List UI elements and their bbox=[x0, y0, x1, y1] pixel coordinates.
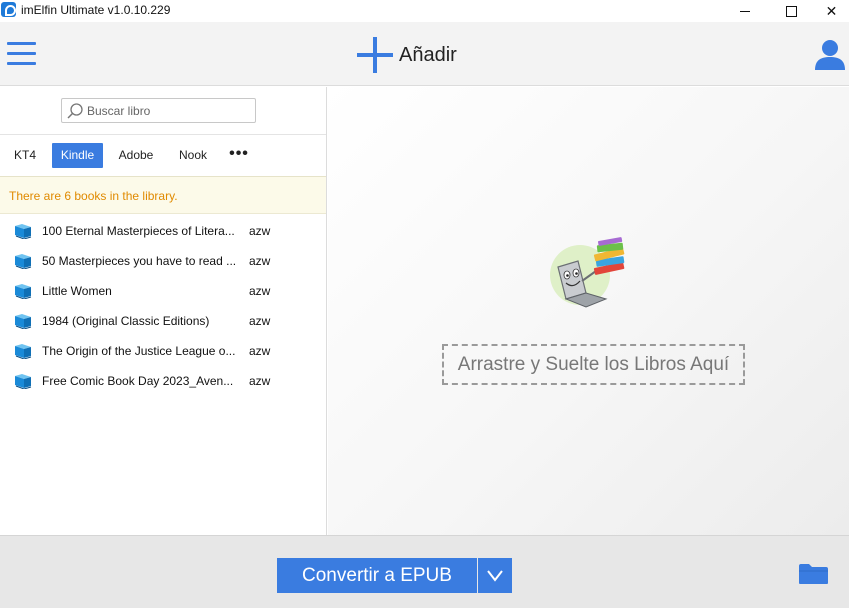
bottom-bar: Convertir a EPUB bbox=[0, 535, 849, 608]
device-tabs: KT4 Kindle Adobe Nook ••• bbox=[0, 135, 326, 176]
book-list-item[interactable]: 50 Masterpieces you have to read ... azw bbox=[0, 246, 326, 276]
search-icon bbox=[67, 103, 83, 119]
book-title: 100 Eternal Masterpieces of Litera... bbox=[42, 224, 235, 238]
chevron-down-icon bbox=[487, 569, 503, 582]
book-title: 50 Masterpieces you have to read ... bbox=[42, 254, 237, 268]
search-box[interactable] bbox=[61, 98, 256, 123]
book-format: azw bbox=[249, 254, 271, 268]
book-icon bbox=[15, 344, 32, 359]
book-format: azw bbox=[249, 314, 271, 328]
book-format: azw bbox=[249, 374, 271, 388]
book-list-item[interactable]: Free Comic Book Day 2023_Aven... azw bbox=[0, 366, 326, 396]
close-icon: ✕ bbox=[825, 2, 838, 19]
drop-zone[interactable]: Arrastre y Suelte los Libros Aquí bbox=[328, 87, 849, 535]
book-title: 1984 (Original Classic Editions) bbox=[42, 314, 210, 328]
minimize-button[interactable] bbox=[722, 0, 768, 22]
tab-nook[interactable]: Nook bbox=[172, 143, 214, 168]
book-format: azw bbox=[249, 344, 271, 358]
drop-zone-label: Arrastre y Suelte los Libros Aquí bbox=[442, 344, 745, 385]
book-icon bbox=[15, 254, 32, 269]
book-list-item[interactable]: 1984 (Original Classic Editions) azw bbox=[0, 306, 326, 336]
add-book-button[interactable]: Añadir bbox=[357, 36, 457, 74]
more-tabs-icon[interactable]: ••• bbox=[224, 143, 254, 168]
add-button-label: Añadir bbox=[399, 43, 457, 66]
book-list: 100 Eternal Masterpieces of Litera... az… bbox=[0, 216, 326, 396]
tab-kt4[interactable]: KT4 bbox=[8, 143, 42, 168]
search-area bbox=[0, 87, 326, 135]
tab-kindle[interactable]: Kindle bbox=[52, 143, 103, 168]
window-title: imElfin Ultimate v1.0.10.229 bbox=[21, 3, 171, 17]
book-icon bbox=[15, 374, 32, 389]
plus-icon bbox=[357, 37, 393, 73]
book-format: azw bbox=[249, 224, 271, 238]
book-icon bbox=[15, 284, 32, 299]
book-format: azw bbox=[249, 284, 271, 298]
app-logo-icon bbox=[1, 2, 16, 17]
book-list-item[interactable]: Little Women azw bbox=[0, 276, 326, 306]
book-title: Little Women bbox=[42, 284, 112, 298]
close-button[interactable]: ✕ bbox=[814, 0, 849, 22]
library-panel: KT4 Kindle Adobe Nook ••• There are 6 bo… bbox=[0, 87, 327, 535]
book-title: The Origin of the Justice League o... bbox=[42, 344, 236, 358]
hamburger-menu-icon[interactable] bbox=[7, 42, 36, 66]
folder-icon[interactable] bbox=[798, 563, 829, 585]
book-list-item[interactable]: The Origin of the Justice League o... az… bbox=[0, 336, 326, 366]
library-count-text: There are 6 books in the library. bbox=[9, 189, 178, 203]
search-input[interactable] bbox=[87, 102, 252, 120]
maximize-button[interactable] bbox=[768, 0, 814, 22]
reading-mascot-illustration bbox=[550, 237, 625, 308]
title-bar: imElfin Ultimate v1.0.10.229 ✕ bbox=[0, 0, 849, 22]
book-icon bbox=[15, 224, 32, 239]
tab-adobe[interactable]: Adobe bbox=[112, 143, 160, 168]
book-list-item[interactable]: 100 Eternal Masterpieces of Litera... az… bbox=[0, 216, 326, 246]
convert-format-dropdown[interactable] bbox=[478, 558, 512, 593]
convert-button[interactable]: Convertir a EPUB bbox=[277, 558, 477, 593]
library-count-banner: There are 6 books in the library. bbox=[0, 176, 326, 214]
book-icon bbox=[15, 314, 32, 329]
book-title: Free Comic Book Day 2023_Aven... bbox=[42, 374, 234, 388]
user-account-icon[interactable] bbox=[814, 38, 846, 70]
main-toolbar: Añadir bbox=[0, 22, 849, 86]
